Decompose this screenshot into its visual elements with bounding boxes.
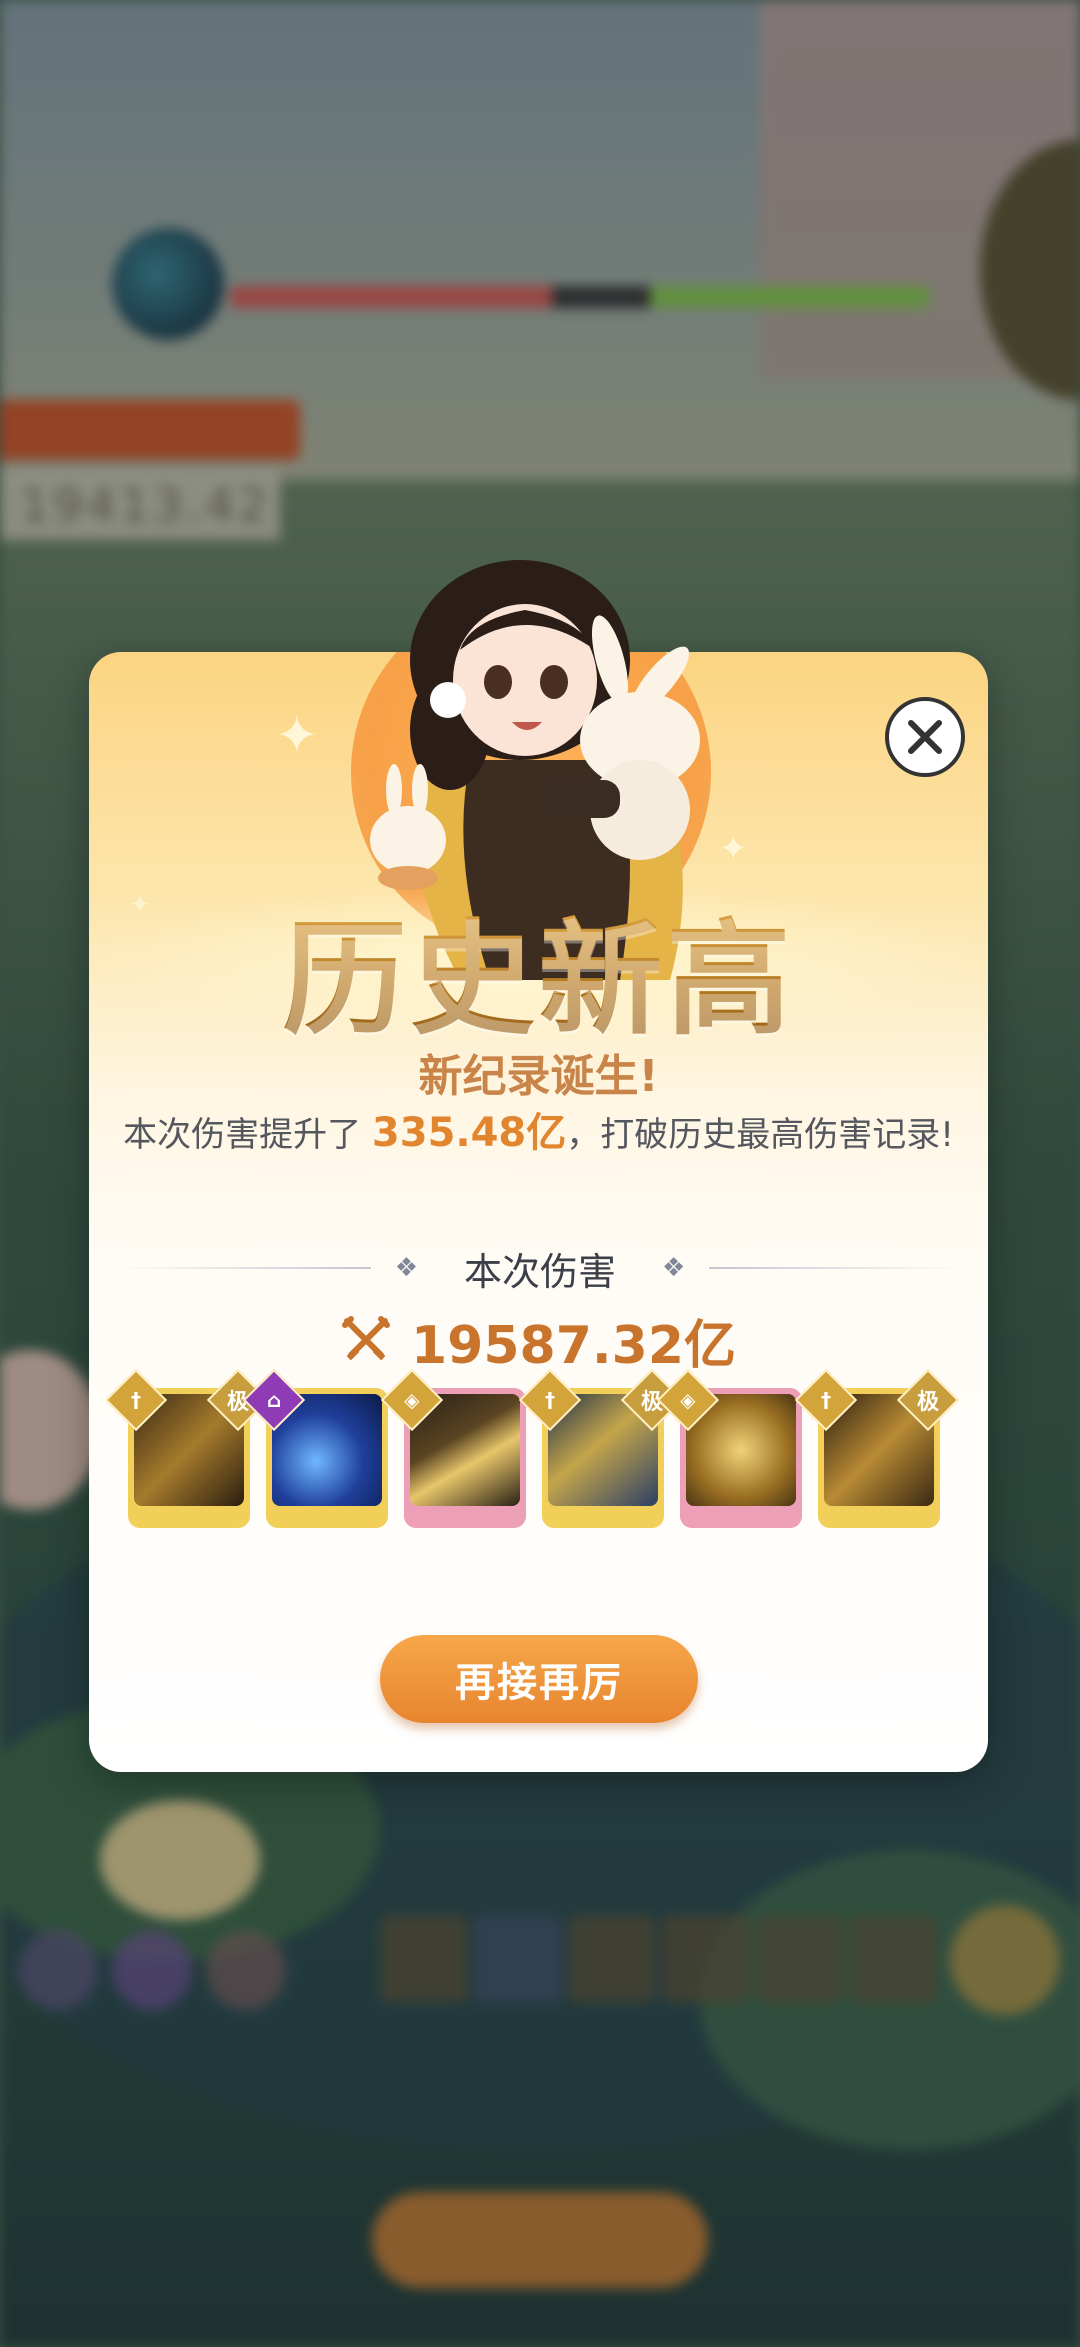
skill-card[interactable]: ◈: [656, 1368, 802, 1528]
small-bunny-illustration: [370, 764, 446, 890]
damage-value: 19587.32亿: [410, 1315, 737, 1376]
dialog-subtitle: 新纪录诞生!: [418, 1051, 659, 1102]
skill-card[interactable]: † 极: [104, 1368, 270, 1528]
diamond-icon: ❖: [662, 1253, 686, 1283]
section-label: 本次伤害: [464, 1249, 617, 1294]
diamond-icon: ❖: [394, 1253, 418, 1283]
skill-card[interactable]: † 极: [518, 1368, 684, 1528]
skill-card[interactable]: ⌂: [242, 1368, 388, 1528]
skill-card[interactable]: ◈: [380, 1368, 526, 1528]
record-description: 本次伤害提升了 335.48亿，打破历史最高伤害记录!: [89, 1100, 988, 1158]
section-divider: ❖ 本次伤害 ❖: [120, 1238, 961, 1298]
desc-prefix: 本次伤害提升了: [123, 1115, 372, 1155]
dialog-title: 历史新高: [89, 878, 988, 1058]
close-icon: [908, 720, 942, 754]
skill-card[interactable]: † 极: [794, 1368, 960, 1528]
damage-increase-value: 335.48亿: [371, 1110, 567, 1156]
crossed-swords-icon: [341, 1316, 390, 1361]
sparkle-icon: ✦: [275, 706, 319, 766]
divider-line: [120, 1267, 371, 1269]
skill-list: † 极 ⌂ ◈ † 极 ◈ † 极: [104, 1368, 960, 1528]
divider-line: [709, 1267, 961, 1269]
damage-total: 19587.32亿: [89, 1305, 988, 1376]
desc-suffix: ，打破历史最高伤害记录!: [566, 1115, 954, 1155]
keep-going-button[interactable]: 再接再厉: [380, 1635, 698, 1723]
close-button[interactable]: [885, 697, 965, 777]
